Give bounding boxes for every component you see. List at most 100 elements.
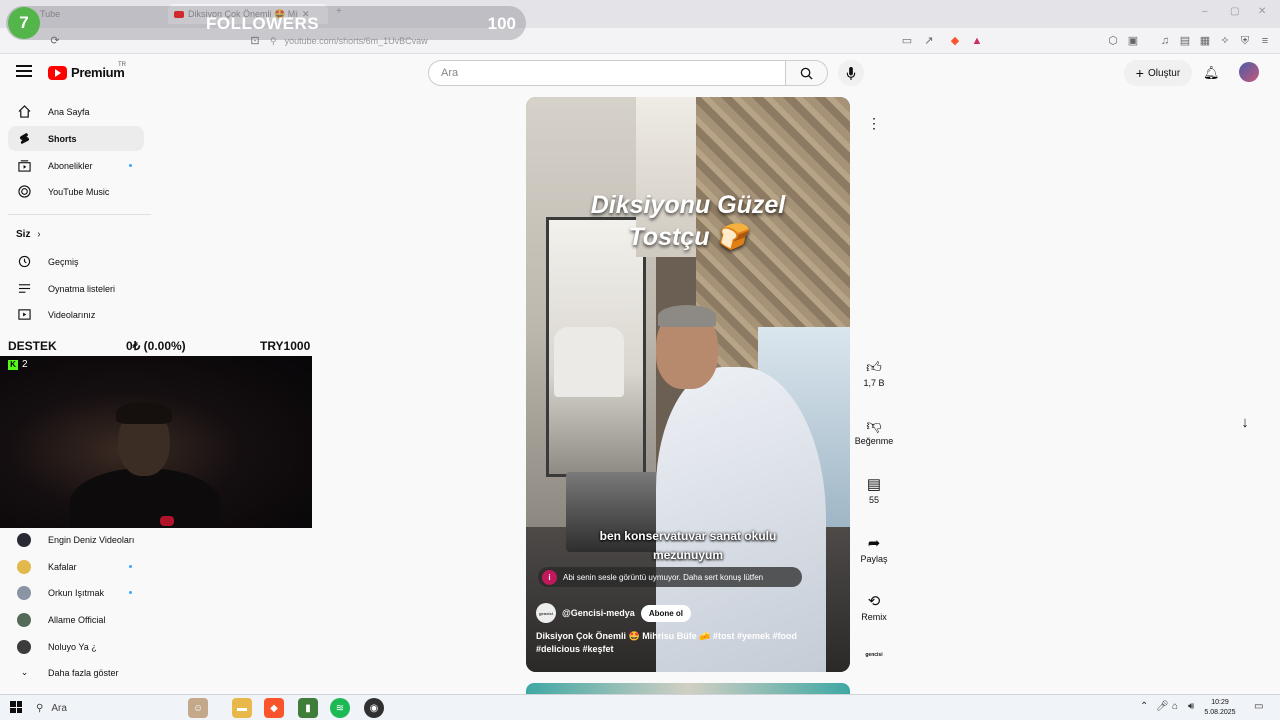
hamburger-menu-icon[interactable] [16, 65, 32, 79]
channel-info: gencisi @Gencisi-medya Abone ol [536, 603, 692, 623]
search-input[interactable]: Ara [428, 60, 786, 86]
new-content-dot [129, 164, 132, 167]
sidebar-divider [8, 214, 151, 215]
sidebar-item-playlists[interactable]: Oynatma listeleri [8, 276, 144, 301]
obs-studio-icon[interactable]: ◉ [364, 698, 384, 718]
channel-avatar [17, 612, 31, 627]
sidebar-item-shorts[interactable]: Shorts [8, 126, 144, 151]
share-arrow-icon: ➦ [867, 535, 881, 552]
sidebar-subscription[interactable]: Kafalar [8, 554, 144, 579]
voice-search-button[interactable] [838, 60, 864, 86]
video-caption: ben konservatuvar sanat okulu mezunuyum [526, 527, 850, 565]
sidebar-item-your-videos[interactable]: Videolarınız [8, 302, 144, 327]
remix-label: Remix [861, 612, 887, 622]
channel-avatar[interactable]: gencisi [536, 603, 556, 623]
brave-rewards-icon[interactable]: ▲ [970, 34, 984, 48]
sidebar-icon[interactable]: ▤ [1178, 34, 1192, 48]
channel-name: Allame Official [48, 614, 106, 625]
show-more-label: Daha fazla göster [48, 667, 119, 678]
playlists-icon [18, 282, 31, 295]
sidebar-toggle-icon[interactable]: ▣ [1126, 34, 1140, 48]
notification-center-icon[interactable]: ▭ [1254, 701, 1263, 712]
app-icon[interactable]: ▮ [298, 698, 318, 718]
caption-line: mezunuyum [652, 548, 723, 562]
network-icon[interactable]: ⌂ [1172, 701, 1178, 712]
media-icon[interactable]: ♫ [1158, 34, 1172, 48]
shorts-icon [18, 132, 31, 145]
youtube-premium-logo[interactable]: Premium TR [48, 62, 126, 80]
streamer-body [70, 468, 220, 528]
sidebar-item-subscriptions[interactable]: Abonelikler [8, 153, 144, 178]
search-icon [800, 67, 813, 80]
sidebar-item-history[interactable]: Geçmiş [8, 249, 144, 274]
search-button[interactable] [786, 60, 828, 86]
sidebar-subscription[interactable]: Allame Official [8, 607, 144, 632]
next-video-arrow-icon[interactable]: ↓ [1233, 411, 1257, 435]
windows-start-icon[interactable] [10, 701, 22, 713]
sidebar-subscription[interactable]: Noluyo Ya ¿ [8, 634, 144, 659]
comments-button[interactable]: ▤ 55 [852, 475, 896, 505]
sidebar-you-header[interactable]: Siz › [16, 229, 41, 240]
you-header-label: Siz [16, 229, 31, 240]
browser-menu-icon[interactable]: ≡ [1258, 34, 1272, 48]
follower-label: FOLLOWERS [206, 14, 320, 33]
leo-ai-icon[interactable]: ✧ [1218, 34, 1232, 48]
sidebar-item-home[interactable]: Ana Sayfa [8, 99, 144, 124]
channel-handle[interactable]: @Gencisi-medya [562, 608, 635, 618]
title-line: Tostçu 🍞 [628, 223, 748, 251]
share-icon[interactable]: ↗ [922, 34, 936, 48]
tray-microphone-icon[interactable]: 🎤︎ [1156, 701, 1169, 712]
system-clock[interactable]: 10:29 5.08.2025 [1200, 698, 1240, 718]
maximize-icon[interactable]: ▢ [1230, 6, 1239, 17]
audio-source-button[interactable]: gencisi [852, 652, 896, 658]
viewer-count-value: 2 [22, 359, 28, 370]
brand-text: Premium [71, 65, 125, 80]
extensions-icon[interactable]: ⬡ [1106, 34, 1120, 48]
create-label: Oluştur [1147, 67, 1181, 79]
shorts-video-player[interactable]: Diksiyonu Güzel Tostçu 🍞 ben konservatuv… [526, 97, 850, 672]
spotify-icon[interactable]: ≋ [330, 698, 350, 718]
vpn-icon[interactable]: ⛨ [1238, 34, 1252, 48]
sidebar-item-label: Videolarınız [48, 309, 96, 320]
donation-goal-bar: DESTEK 0₺ (0.00%) TRY1000 [0, 339, 320, 355]
account-avatar[interactable] [1239, 62, 1259, 82]
close-window-icon[interactable]: ✕ [1258, 6, 1266, 17]
screenshot-icon[interactable]: ▭ [900, 34, 914, 48]
subscribe-button[interactable]: Abone ol [640, 604, 692, 622]
sidebar-subscription[interactable]: Orkun Işıtmak [8, 580, 144, 605]
brave-browser-icon[interactable]: ◆ [264, 698, 284, 718]
video-person [656, 367, 826, 672]
share-button[interactable]: ➦ Paylaş [852, 534, 896, 564]
pinned-comment[interactable]: i Abi senin sesle görüntü uymuyor. Daha … [538, 567, 802, 587]
microphone-light [160, 516, 174, 526]
create-button[interactable]: + Oluştur [1124, 60, 1192, 86]
notifications-bell-icon[interactable]: 🔔︎ [1203, 65, 1220, 81]
sidebar-subscription[interactable]: Engin Deniz Videoları [8, 527, 144, 552]
comment-icon: ▤ [866, 476, 882, 493]
brave-shield-icon[interactable]: ◆ [948, 34, 962, 48]
viewer-count: K 2 [8, 359, 28, 370]
minimize-icon[interactable]: – [1202, 6, 1208, 17]
history-icon [18, 255, 31, 268]
sidebar-show-more[interactable]: ⌄ Daha fazla göster [8, 660, 144, 685]
dislike-button[interactable]: 👎︎ Beğenme [852, 416, 896, 446]
remix-button[interactable]: ⟲ Remix [852, 592, 896, 622]
wallet-icon[interactable]: ▦ [1198, 34, 1212, 48]
clock-date: 5.08.2025 [1204, 709, 1236, 716]
youtube-music-icon [18, 185, 31, 198]
tray-chevron-up-icon[interactable]: ⌃ [1140, 701, 1148, 712]
sidebar-item-youtube-music[interactable]: YouTube Music [8, 179, 144, 204]
taskbar-search[interactable]: ⚲ Ara [36, 699, 67, 717]
thumbs-down-icon: 👎︎ [866, 417, 882, 434]
channel-name: Orkun Işıtmak [48, 587, 105, 598]
donation-label: DESTEK [8, 339, 57, 353]
like-button[interactable]: 👍︎ 1,7 B [852, 358, 896, 388]
more-options-icon[interactable]: ⋮ [864, 113, 884, 133]
file-explorer-icon[interactable]: ▬ [232, 698, 252, 718]
youtube-logo-icon [48, 65, 67, 80]
like-count: 1,7 B [863, 378, 885, 388]
dislike-label: Beğenme [854, 436, 894, 446]
volume-icon[interactable]: 🔊︎ [1188, 701, 1194, 712]
video-description[interactable]: Diksiyon Çok Önemli 🤩 Mihrisu Büfe 🧀 #to… [536, 630, 840, 656]
follower-current-count: 7 [8, 7, 40, 39]
